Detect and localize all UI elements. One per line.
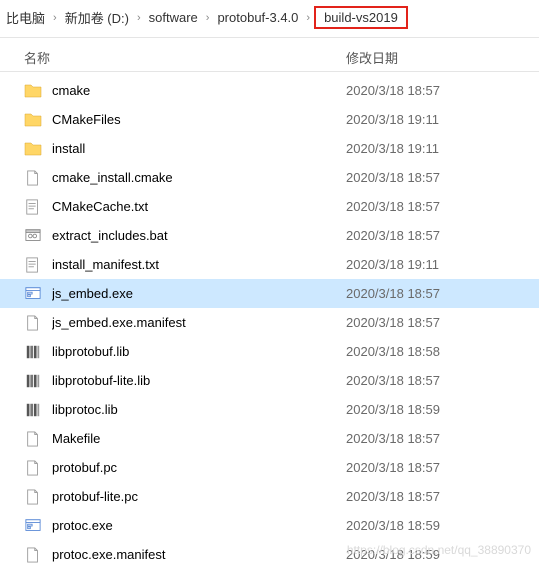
txt-icon (24, 256, 42, 274)
column-name-header[interactable]: 名称 (24, 48, 346, 67)
file-name: protoc.exe.manifest (52, 547, 346, 562)
lib-icon (24, 401, 42, 419)
breadcrumb-item[interactable]: protobuf-3.4.0 (213, 8, 302, 27)
file-row[interactable]: CMakeFiles2020/3/18 19:11 (0, 105, 539, 134)
column-date-header[interactable]: 修改日期 (346, 48, 539, 67)
folder-icon (24, 111, 42, 129)
file-row[interactable]: cmake2020/3/18 18:57 (0, 76, 539, 105)
file-row[interactable]: protoc.exe.manifest2020/3/18 18:59 (0, 540, 539, 569)
lib-icon (24, 372, 42, 390)
breadcrumb-item[interactable]: 新加卷 (D:) (61, 6, 133, 29)
file-icon (24, 488, 42, 506)
file-date: 2020/3/18 18:57 (346, 489, 539, 504)
exe-icon (24, 517, 42, 535)
file-icon (24, 314, 42, 332)
file-row[interactable]: cmake_install.cmake2020/3/18 18:57 (0, 163, 539, 192)
file-date: 2020/3/18 18:57 (346, 460, 539, 475)
chevron-right-icon: › (133, 12, 145, 24)
chevron-right-icon: › (202, 12, 214, 24)
breadcrumb[interactable]: 比电脑›新加卷 (D:)›software›protobuf-3.4.0›bui… (0, 0, 539, 38)
file-row[interactable]: libprotobuf.lib2020/3/18 18:58 (0, 337, 539, 366)
file-date: 2020/3/18 18:59 (346, 402, 539, 417)
file-date: 2020/3/18 19:11 (346, 141, 539, 156)
folder-icon (24, 140, 42, 158)
file-date: 2020/3/18 18:57 (346, 83, 539, 98)
file-row[interactable]: Makefile2020/3/18 18:57 (0, 424, 539, 453)
file-name: install (52, 141, 346, 156)
file-name: libprotobuf-lite.lib (52, 373, 346, 388)
file-name: install_manifest.txt (52, 257, 346, 272)
file-name: extract_includes.bat (52, 228, 346, 243)
file-icon (24, 169, 42, 187)
file-date: 2020/3/18 19:11 (346, 112, 539, 127)
file-row[interactable]: install2020/3/18 19:11 (0, 134, 539, 163)
breadcrumb-item[interactable]: build-vs2019 (314, 6, 408, 29)
file-date: 2020/3/18 18:57 (346, 170, 539, 185)
file-row[interactable]: protobuf-lite.pc2020/3/18 18:57 (0, 482, 539, 511)
file-icon (24, 546, 42, 564)
file-name: CMakeFiles (52, 112, 346, 127)
column-headers: 名称 修改日期 (0, 38, 539, 72)
file-date: 2020/3/18 18:57 (346, 373, 539, 388)
file-name: libprotobuf.lib (52, 344, 346, 359)
file-row[interactable]: js_embed.exe2020/3/18 18:57 (0, 279, 539, 308)
file-name: libprotoc.lib (52, 402, 346, 417)
file-date: 2020/3/18 18:57 (346, 286, 539, 301)
breadcrumb-item[interactable]: software (145, 8, 202, 27)
file-date: 2020/3/18 18:59 (346, 518, 539, 533)
file-date: 2020/3/18 18:57 (346, 199, 539, 214)
file-date: 2020/3/18 18:58 (346, 344, 539, 359)
folder-icon (24, 82, 42, 100)
bat-icon (24, 227, 42, 245)
file-row[interactable]: extract_includes.bat2020/3/18 18:57 (0, 221, 539, 250)
txt-icon (24, 198, 42, 216)
file-row[interactable]: CMakeCache.txt2020/3/18 18:57 (0, 192, 539, 221)
file-row[interactable]: protobuf.pc2020/3/18 18:57 (0, 453, 539, 482)
file-name: cmake (52, 83, 346, 98)
file-row[interactable]: js_embed.exe.manifest2020/3/18 18:57 (0, 308, 539, 337)
file-date: 2020/3/18 18:59 (346, 547, 539, 562)
file-icon (24, 459, 42, 477)
chevron-right-icon: › (302, 12, 314, 24)
breadcrumb-item[interactable]: 比电脑 (2, 6, 49, 29)
file-row[interactable]: libprotoc.lib2020/3/18 18:59 (0, 395, 539, 424)
file-date: 2020/3/18 18:57 (346, 228, 539, 243)
exe-icon (24, 285, 42, 303)
file-date: 2020/3/18 18:57 (346, 431, 539, 446)
file-icon (24, 430, 42, 448)
file-name: Makefile (52, 431, 346, 446)
file-name: js_embed.exe (52, 286, 346, 301)
file-name: js_embed.exe.manifest (52, 315, 346, 330)
chevron-right-icon: › (49, 12, 61, 24)
file-name: CMakeCache.txt (52, 199, 346, 214)
file-name: protobuf.pc (52, 460, 346, 475)
file-row[interactable]: protoc.exe2020/3/18 18:59 (0, 511, 539, 540)
file-name: cmake_install.cmake (52, 170, 346, 185)
file-list: cmake2020/3/18 18:57CMakeFiles2020/3/18 … (0, 72, 539, 573)
file-row[interactable]: libprotobuf-lite.lib2020/3/18 18:57 (0, 366, 539, 395)
lib-icon (24, 343, 42, 361)
file-row[interactable]: install_manifest.txt2020/3/18 19:11 (0, 250, 539, 279)
file-name: protoc.exe (52, 518, 346, 533)
file-date: 2020/3/18 18:57 (346, 315, 539, 330)
file-name: protobuf-lite.pc (52, 489, 346, 504)
file-date: 2020/3/18 19:11 (346, 257, 539, 272)
